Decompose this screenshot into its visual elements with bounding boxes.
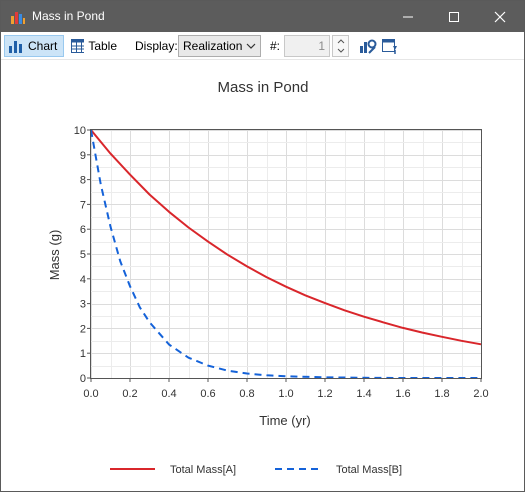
chart-button-label: Chart: [28, 39, 58, 53]
chart-style-icon[interactable]: [381, 37, 399, 55]
y-tick-label: 8: [80, 175, 86, 187]
chevron-down-icon: [246, 43, 256, 49]
display-mode-value: Realization: [183, 39, 243, 53]
minimize-button[interactable]: [385, 1, 431, 32]
y-axis-label: Mass (g): [47, 230, 62, 281]
legend-label: Total Mass[B]: [336, 464, 402, 476]
bar-chart-app-icon: [10, 9, 26, 25]
realization-spinner[interactable]: [332, 35, 349, 57]
realization-number-input[interactable]: 1: [284, 35, 330, 57]
window-title: Mass in Pond: [32, 9, 105, 23]
y-tick-label: 6: [80, 224, 86, 236]
display-label: Display:: [135, 39, 178, 53]
x-tick-label: 1.0: [278, 388, 293, 400]
line-chart: Mass in Pond 0.0 0.2 0.4 0.6 0.8 1.0 1.2 1.4 1.6…: [47, 79, 489, 476]
y-tick-label: 2: [80, 323, 86, 335]
chart-title: Mass in Pond: [218, 79, 309, 96]
y-tick-label: 9: [80, 150, 86, 162]
maximize-button[interactable]: [431, 1, 477, 32]
minimize-icon: [403, 16, 413, 17]
title-bar[interactable]: Mass in Pond: [1, 1, 524, 32]
chevron-down-small-icon: [337, 48, 344, 53]
x-axis-label: Time (yr): [259, 413, 311, 428]
x-tick-label: 1.8: [434, 388, 449, 400]
x-tick-label: 1.2: [317, 388, 332, 400]
y-tick-label: 4: [80, 274, 86, 286]
close-button[interactable]: [477, 1, 523, 32]
x-tick-label: 1.4: [356, 388, 371, 400]
x-tick-label: 0.8: [239, 388, 254, 400]
display-mode-select[interactable]: Realization: [178, 35, 261, 57]
spin-down-button[interactable]: [333, 46, 348, 56]
x-tick-label: 0.6: [200, 388, 215, 400]
chart-settings-icon[interactable]: [359, 37, 377, 55]
bar-chart-icon: [9, 41, 22, 53]
realization-number-label: #:: [270, 39, 281, 53]
y-tick-label: 7: [80, 199, 86, 211]
y-tick-label: 3: [80, 299, 86, 311]
table-button-label: Table: [88, 39, 117, 53]
legend-label: Total Mass[A]: [170, 464, 236, 476]
y-tick-label: 1: [80, 348, 86, 360]
spin-up-button[interactable]: [333, 36, 348, 46]
chart-view-button[interactable]: Chart: [4, 35, 64, 57]
y-tick-label: 10: [74, 125, 86, 137]
chevron-up-icon: [337, 39, 344, 44]
toolbar: Chart Table Display: #:: [1, 32, 524, 60]
table-icon: [71, 39, 85, 53]
maximize-icon: [449, 11, 459, 22]
chart-window: Mass in Pond Chart Table Display: #: Rea…: [0, 0, 525, 492]
x-tick-label: 1.6: [395, 388, 410, 400]
x-tick-label: 2.0: [473, 388, 488, 400]
x-tick-label: 0.4: [161, 388, 176, 400]
x-tick-label: 0.0: [83, 388, 98, 400]
x-tick-label: 0.2: [122, 388, 137, 400]
chart-panel: Mass in Pond 0.0 0.2 0.4 0.6 0.8 1.0 1.2 1.4 1.6…: [1, 61, 524, 492]
y-tick-label: 5: [80, 249, 86, 261]
table-view-button[interactable]: Table: [68, 35, 120, 57]
y-tick-label: 0: [80, 373, 86, 385]
close-icon: [494, 11, 506, 22]
